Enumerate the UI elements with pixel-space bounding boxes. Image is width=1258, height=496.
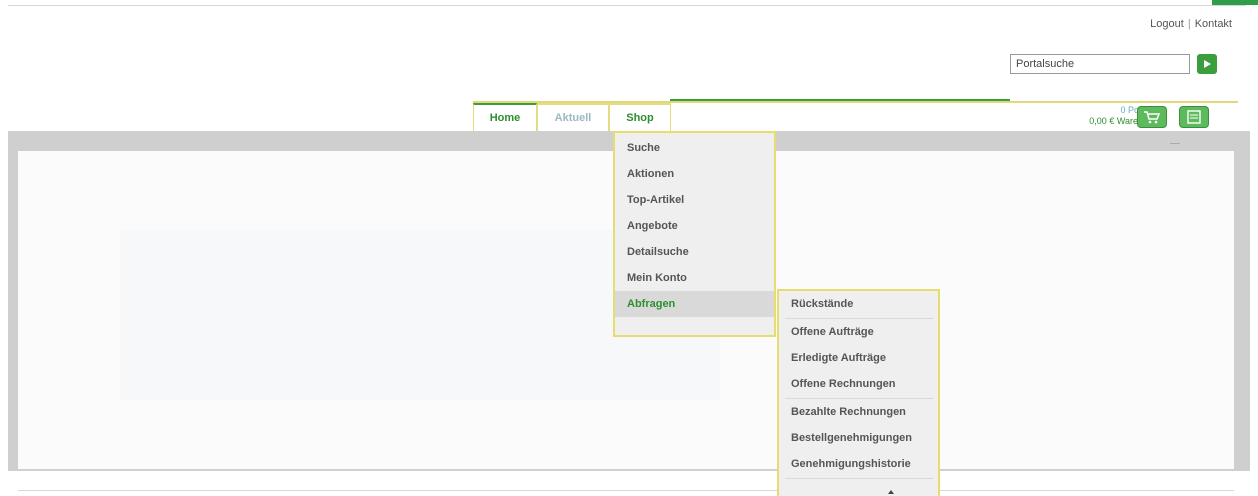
logout-link[interactable]: Logout <box>1150 18 1184 30</box>
shop-dropdown-menu: Suche Aktionen Top-Artikel Angebote Deta… <box>613 131 776 337</box>
submenu-item-erledigte-auftraege[interactable]: Erledigte Aufträge <box>779 345 938 371</box>
document-button[interactable] <box>1179 106 1209 128</box>
submenu-item-offene-rechnungen[interactable]: Offene Rechnungen <box>779 371 938 397</box>
cart-button[interactable] <box>1137 106 1167 128</box>
search-input[interactable] <box>1010 54 1190 74</box>
header-links: Logout | Kontakt <box>1150 18 1232 30</box>
abfragen-submenu: Rückstände Offene Aufträge Erledigte Auf… <box>777 289 940 496</box>
tab-aktuell[interactable]: Aktuell <box>537 103 609 131</box>
submenu-item-genehmigungshistorie[interactable]: Genehmigungshistorie <box>779 451 938 477</box>
caret-marker <box>888 490 894 494</box>
submenu-item-bezahlte-rechnungen[interactable]: Bezahlte Rechnungen <box>779 399 938 425</box>
header-separator: | <box>1187 18 1191 30</box>
submenu-item-offene-auftraege[interactable]: Offene Aufträge <box>779 319 938 345</box>
menu-item-suche[interactable]: Suche <box>615 135 774 161</box>
cart-icon <box>1144 111 1161 124</box>
menu-item-detailsuche[interactable]: Detailsuche <box>615 239 774 265</box>
menu-item-angebote[interactable]: Angebote <box>615 213 774 239</box>
scroll-indicator <box>1170 143 1180 144</box>
kontakt-link[interactable]: Kontakt <box>1195 18 1232 30</box>
menu-item-mein-konto[interactable]: Mein Konto <box>615 265 774 291</box>
footer-bar <box>18 490 1234 496</box>
tab-shop[interactable]: Shop <box>609 103 671 132</box>
submenu-item-rueckstaende[interactable]: Rückstände <box>779 291 938 317</box>
search-go-button[interactable] <box>1197 54 1217 74</box>
menu-item-abfragen[interactable]: Abfragen <box>615 291 774 317</box>
tab-home[interactable]: Home <box>473 103 537 131</box>
submenu-item-bestellgenehmigungen[interactable]: Bestellgenehmigungen <box>779 425 938 451</box>
nav-accent-line <box>670 99 1010 101</box>
menu-item-top-artikel[interactable]: Top-Artikel <box>615 187 774 213</box>
document-icon <box>1187 110 1201 124</box>
play-arrow-icon <box>1204 60 1211 68</box>
menu-item-aktionen[interactable]: Aktionen <box>615 161 774 187</box>
top-border <box>8 5 1246 6</box>
submenu-divider <box>785 478 933 479</box>
